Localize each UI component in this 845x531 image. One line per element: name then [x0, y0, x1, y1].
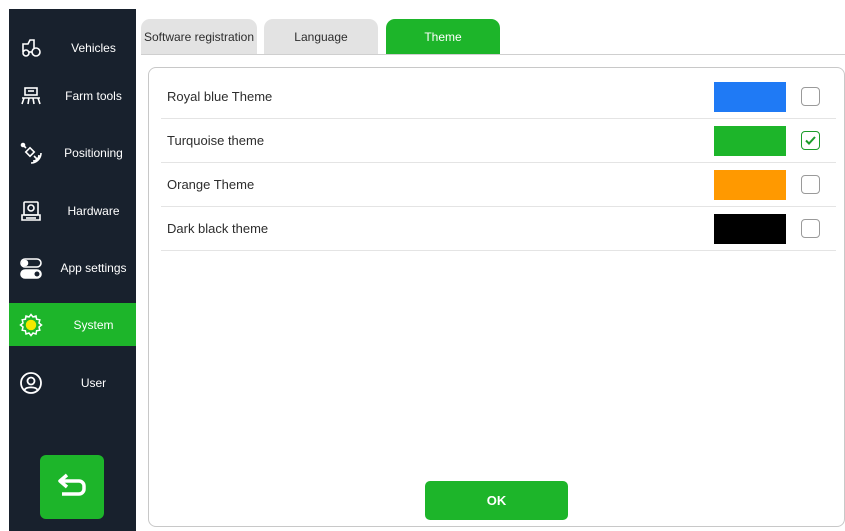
sidebar-item-label: Hardware — [67, 203, 120, 218]
satellite-icon — [19, 141, 43, 165]
toggle-icon — [19, 256, 43, 280]
ok-button[interactable]: OK — [425, 481, 568, 520]
theme-row[interactable]: Orange Theme — [161, 163, 836, 207]
sidebar-item-vehicles[interactable]: Vehicles — [9, 26, 136, 69]
theme-row[interactable]: Dark black theme — [161, 207, 836, 251]
theme-name: Royal blue Theme — [167, 89, 273, 104]
sidebar-item-positioning[interactable]: Positioning — [9, 131, 136, 174]
back-button[interactable] — [40, 455, 104, 519]
theme-checkbox[interactable] — [801, 131, 820, 150]
tab-software-registration[interactable]: Software registration — [141, 19, 257, 54]
tab-divider — [141, 54, 845, 55]
color-swatch — [714, 126, 786, 156]
sidebar-item-label: User — [80, 375, 107, 390]
tab-language[interactable]: Language — [264, 19, 378, 54]
theme-checkbox[interactable] — [801, 219, 820, 238]
sidebar-item-label: Positioning — [64, 145, 123, 160]
sidebar: Vehicles Farm tools Positioning Hardware — [9, 9, 136, 531]
theme-row[interactable]: Royal blue Theme — [161, 75, 836, 119]
sidebar-item-app-settings[interactable]: App settings — [9, 246, 136, 289]
back-arrow-icon — [55, 470, 89, 505]
theme-checkbox[interactable] — [801, 175, 820, 194]
sidebar-item-system[interactable]: System — [9, 303, 136, 346]
theme-row[interactable]: Turquoise theme — [161, 119, 836, 163]
sidebar-item-label: Farm tools — [65, 88, 122, 103]
sidebar-item-farm-tools[interactable]: Farm tools — [9, 74, 136, 117]
color-swatch — [714, 170, 786, 200]
ok-label: OK — [486, 493, 507, 508]
hardware-icon — [19, 199, 43, 223]
theme-checkbox[interactable] — [801, 87, 820, 106]
farm-tool-icon — [19, 84, 43, 108]
gear-icon — [19, 312, 43, 337]
sidebar-item-label: App settings — [60, 260, 127, 275]
tab-theme[interactable]: Theme — [386, 19, 500, 54]
color-swatch — [714, 82, 786, 112]
theme-name: Dark black theme — [167, 221, 269, 236]
sidebar-item-label: Vehicles — [71, 40, 116, 55]
tab-label: Language — [294, 29, 348, 44]
theme-panel: Royal blue Theme Turquoise theme Orange … — [148, 67, 845, 527]
sidebar-item-hardware[interactable]: Hardware — [9, 189, 136, 232]
theme-name: Turquoise theme — [167, 133, 265, 148]
tractor-icon — [19, 36, 43, 60]
sidebar-item-label: System — [73, 317, 114, 332]
sidebar-item-user[interactable]: User — [9, 361, 136, 404]
tab-label: Theme — [424, 29, 462, 44]
theme-name: Orange Theme — [167, 177, 255, 192]
color-swatch — [714, 214, 786, 244]
tab-label: Software registration — [143, 29, 255, 44]
user-icon — [19, 371, 43, 395]
